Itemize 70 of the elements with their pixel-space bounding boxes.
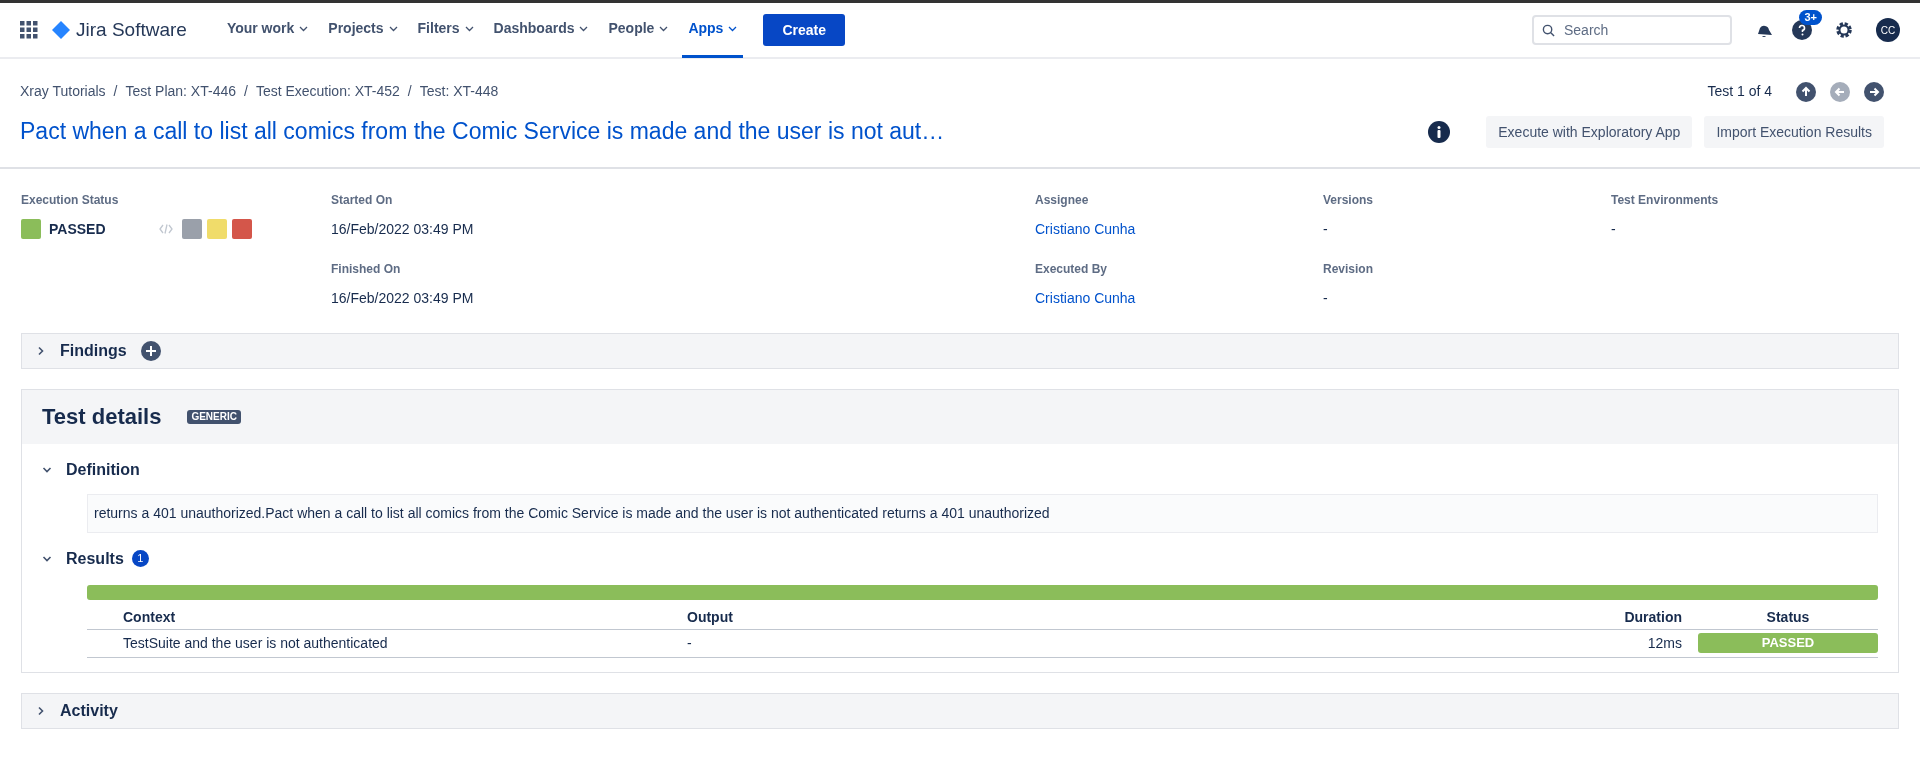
action-button[interactable]: Import Execution Results (1704, 116, 1884, 148)
field-value: 16/Feb/2022 03:49 PM (331, 288, 475, 308)
search-field[interactable]: Search (1532, 15, 1732, 45)
add-icon[interactable] (140, 340, 161, 361)
search-icon (1542, 24, 1555, 37)
status-label: PASSED (1698, 633, 1878, 653)
breadcrumb-link[interactable]: Test Plan: XT-446 (125, 81, 236, 102)
caret-icon (388, 25, 398, 32)
brand-name[interactable]: Jira Software (76, 15, 187, 45)
panel-title: Test details (42, 403, 162, 431)
section-title: Activity (60, 700, 118, 721)
user-link[interactable]: Cristiano Cunha (1035, 287, 1323, 309)
type-badge: GENERIC (187, 409, 241, 424)
field-label: Assignee (1035, 191, 1090, 209)
expand-chevron-icon[interactable] (36, 705, 46, 716)
action-button[interactable]: Execute with Exploratory App (1486, 116, 1693, 148)
nav-tab[interactable]: People (602, 2, 675, 58)
breadcrumb-link[interactable]: Xray Tutorials (20, 81, 106, 102)
caret-icon (728, 25, 738, 32)
diamond-logo-icon (52, 21, 70, 39)
field-label: Revision (1323, 260, 1374, 278)
breadcrumb-separator: / (407, 82, 412, 101)
status-value: PASSED (49, 219, 107, 239)
nav-tab[interactable]: Your work (220, 2, 315, 58)
section-title: Results (66, 548, 124, 569)
breadcrumb-separator: / (113, 82, 118, 101)
caret-icon (659, 25, 669, 32)
table-cell-text: - (687, 633, 693, 653)
expand-chevron-icon[interactable] (36, 345, 46, 356)
column-header: Duration (1623, 607, 1683, 627)
arrow-up-icon[interactable] (1796, 81, 1816, 102)
nav-tab[interactable]: Apps (682, 2, 744, 58)
caret-icon (464, 25, 474, 32)
field-label: Started On (331, 191, 394, 209)
field-label: Test Environments (1611, 191, 1720, 209)
field-value: - (1323, 219, 1329, 239)
section-title: Findings (60, 340, 127, 361)
table-cell-text: 12ms (1646, 633, 1683, 653)
field-value: - (1323, 288, 1329, 308)
user-avatar[interactable]: CC (1876, 18, 1900, 42)
nav-tab[interactable]: Dashboards (487, 2, 595, 58)
arrow-right-icon[interactable] (1864, 81, 1884, 102)
field-label: Versions (1323, 191, 1375, 209)
table-cell-text: TestSuite and the user is not authenticated (123, 633, 389, 653)
field-label: Finished On (331, 260, 402, 278)
column-header: Context (123, 607, 177, 627)
app-switcher-icon[interactable] (20, 21, 38, 39)
create-button[interactable]: Create (763, 14, 845, 46)
breadcrumb-link[interactable]: Test: XT-448 (419, 81, 499, 102)
section-title: Definition (66, 459, 140, 480)
caret-icon (299, 25, 309, 32)
settings-icon[interactable] (1834, 20, 1854, 40)
column-header: Output (687, 607, 734, 627)
definition-text: returns a 401 unauthorized.Pact when a call to list all comics from the Comic Service is made and the user is not authenticated returns a 401 unauthorized (87, 493, 1878, 533)
field-value: - (1611, 219, 1617, 239)
nav-tab[interactable]: Filters (411, 2, 480, 58)
breadcrumb-link[interactable]: Test Execution: XT-452 (255, 81, 400, 102)
field-label: Execution Status (21, 191, 120, 209)
caret-icon (579, 25, 589, 32)
page-title: Pact when a call to list all comics from the Comic Service is made and the user is not aut… (20, 117, 945, 146)
column-header: Status (1765, 607, 1811, 627)
notification-badge: 3+ (1799, 10, 1822, 25)
user-link[interactable]: Cristiano Cunha (1035, 218, 1323, 240)
pager-label: Test 1 of 4 (1707, 82, 1772, 101)
field-value: 16/Feb/2022 03:49 PM (331, 219, 475, 239)
info-icon[interactable] (1428, 121, 1451, 143)
field-label: Executed By (1035, 260, 1109, 278)
breadcrumb-separator: / (244, 82, 248, 101)
count-badge: 1 (131, 550, 149, 567)
nav-tab[interactable]: Projects (322, 2, 404, 58)
